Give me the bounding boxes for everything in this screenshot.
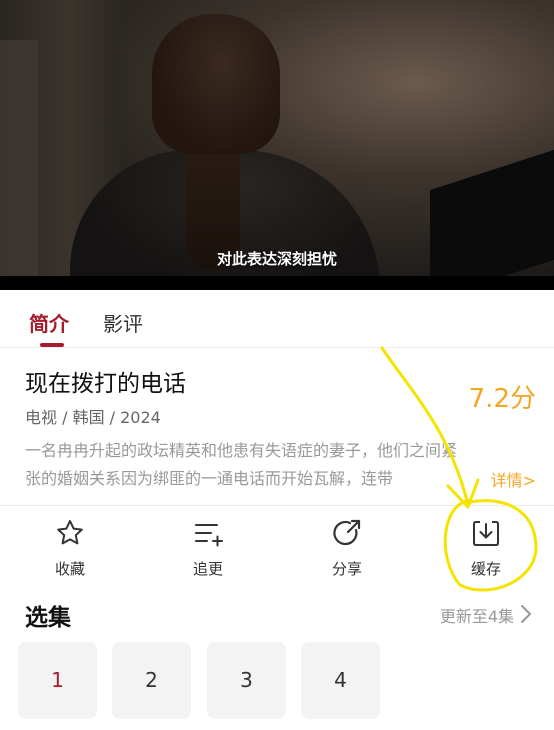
description-line: 张的婚姻关系因为绑匪的一通电话而开始瓦解，连带 xyxy=(25,469,394,488)
show-score: 7.2分 xyxy=(468,384,536,414)
share-icon xyxy=(297,518,397,548)
video-background-door xyxy=(0,40,38,276)
download-button[interactable]: 缓存 xyxy=(436,518,536,579)
follow-label: 追更 xyxy=(192,560,223,578)
episode-button[interactable]: 4 xyxy=(301,642,380,719)
favorite-button[interactable]: 收藏 xyxy=(20,518,120,579)
show-title: 现在拨打的电话 xyxy=(25,371,186,397)
download-icon xyxy=(436,518,536,548)
episode-button[interactable]: 3 xyxy=(207,642,286,719)
tab-reviews[interactable]: 影评 xyxy=(103,308,143,337)
action-bar: 收藏 追更 分享 缓存 xyxy=(0,506,554,594)
episode-button[interactable]: 2 xyxy=(112,642,191,719)
share-label: 分享 xyxy=(331,560,362,578)
episodes-update-link[interactable]: 更新至4集 xyxy=(440,603,514,627)
episode-button[interactable]: 1 xyxy=(18,642,97,719)
show-description: 一名冉冉升起的政坛精英和他患有失语症的妻子，他们之间紧 张的婚姻关系因为绑匪的一… xyxy=(25,437,537,493)
tab-intro[interactable]: 简介 xyxy=(29,308,69,337)
tab-active-indicator xyxy=(40,343,64,347)
episodes-title: 选集 xyxy=(25,605,71,631)
share-button[interactable]: 分享 xyxy=(297,518,397,579)
star-icon xyxy=(20,518,120,548)
video-person-head xyxy=(152,14,280,154)
show-meta: 电视 / 韩国 / 2024 xyxy=(25,408,161,427)
description-line: 一名冉冉升起的政坛精英和他患有失语症的妻子，他们之间紧 xyxy=(25,441,458,460)
chevron-right-icon[interactable] xyxy=(520,604,532,624)
follow-button[interactable]: 追更 xyxy=(158,518,258,579)
video-bottom-bar xyxy=(0,276,554,290)
follow-list-icon xyxy=(158,518,258,548)
video-subtitle: 对此表达深刻担忧 xyxy=(216,250,337,268)
favorite-label: 收藏 xyxy=(54,560,85,578)
tab-bar: 简介 影评 xyxy=(0,290,554,348)
video-player[interactable]: 对此表达深刻担忧 xyxy=(0,0,554,290)
video-frame xyxy=(0,0,554,290)
download-label: 缓存 xyxy=(470,560,501,578)
detail-link[interactable]: 详情> xyxy=(491,467,536,491)
